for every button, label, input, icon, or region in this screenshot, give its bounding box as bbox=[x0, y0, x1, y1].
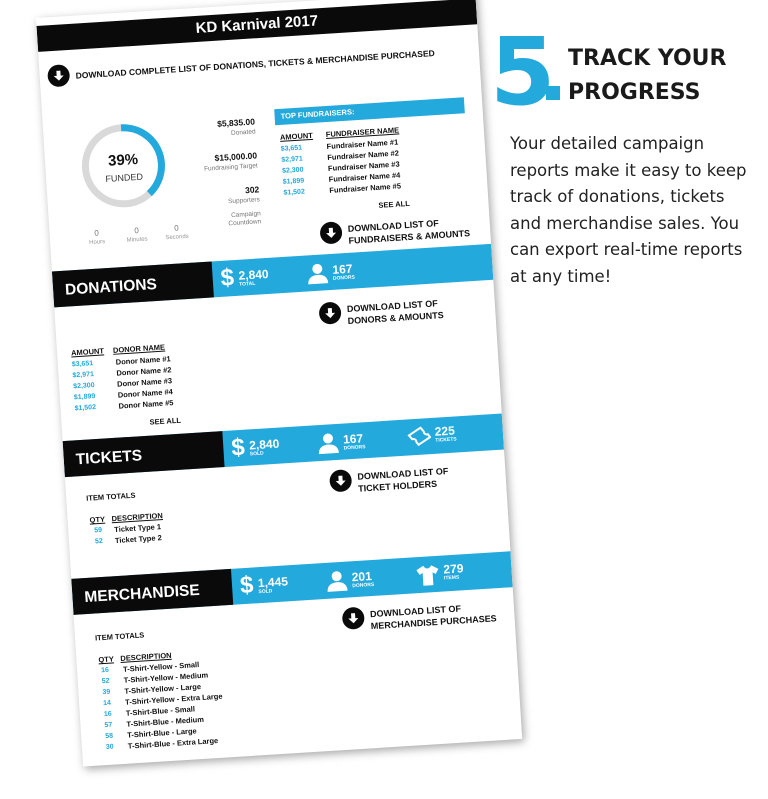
donor-name-col: DONOR NAME bbox=[112, 342, 166, 355]
top-fundraisers-header: TOP FUNDRAISERS: bbox=[274, 97, 465, 126]
merchandise-sold-value: 1,445 bbox=[257, 574, 289, 591]
tickets-sold-value: 2,840 bbox=[248, 436, 280, 453]
fundraiser-amount: $2,300 bbox=[281, 166, 304, 175]
step-dot bbox=[546, 86, 560, 100]
download-donors-link[interactable]: DOWNLOAD LIST OF DONORS & AMOUNTS bbox=[347, 297, 444, 327]
step-number: 5 bbox=[490, 18, 555, 127]
download-icon[interactable] bbox=[46, 64, 71, 88]
countdown-seconds: 0 bbox=[173, 223, 179, 233]
person-icon bbox=[318, 433, 339, 455]
tickets-label: TICKETS bbox=[62, 431, 225, 478]
ticket-qty: 52 bbox=[94, 537, 104, 546]
countdown-minutes-label: Minutes bbox=[126, 236, 148, 244]
fundraiser-amount-col: AMOUNT bbox=[279, 130, 314, 142]
person-icon bbox=[308, 263, 329, 285]
step-title: TRACK YOUR PROGRESS bbox=[568, 42, 726, 110]
tshirt-icon bbox=[416, 565, 439, 586]
countdown-hours: 0 bbox=[94, 228, 100, 238]
download-merchandise-link[interactable]: DOWNLOAD LIST OF MERCHANDISE PURCHASES bbox=[370, 600, 497, 632]
merchandise-donors-label: DONORS bbox=[352, 581, 375, 590]
tickets-item-totals: ITEM TOTALS bbox=[85, 490, 136, 503]
fundraiser-name[interactable]: Fundraiser Name #5 bbox=[329, 181, 401, 194]
donation-amount: $2,971 bbox=[72, 371, 95, 380]
merch-qty-col: QTY bbox=[98, 654, 115, 665]
step-title-line-1: TRACK YOUR bbox=[568, 46, 727, 71]
merch-desc-col: DESCRIPTION bbox=[120, 650, 172, 663]
download-icon[interactable] bbox=[341, 606, 365, 630]
donor-name[interactable]: Donor Name #5 bbox=[118, 398, 173, 410]
fundraiser-name-col: FUNDRAISER NAME bbox=[325, 125, 400, 140]
see-all-donors-link[interactable]: SEE ALL bbox=[149, 416, 181, 427]
merchandise-sold-stat: 1,445 SOLD bbox=[257, 574, 289, 596]
report-paper: KD Karnival 2017 DOWNLOAD COMPLETE LIST … bbox=[36, 0, 523, 767]
countdown-minutes: 0 bbox=[134, 225, 140, 236]
merch-qty: 14 bbox=[102, 699, 112, 708]
donation-amount: $2,300 bbox=[73, 382, 95, 391]
merch-qty: 16 bbox=[103, 710, 112, 719]
step-title-line-2: PROGRESS bbox=[568, 80, 701, 105]
merchandise-items-value: 279 bbox=[442, 561, 464, 577]
donation-amount-col: AMOUNT bbox=[70, 346, 105, 358]
tickets-donors-label: DONORS bbox=[343, 444, 366, 452]
countdown-hours-label: Hours bbox=[89, 239, 106, 247]
merch-qty: 58 bbox=[105, 732, 114, 741]
dollar-icon: $ bbox=[230, 433, 246, 462]
download-fundraisers-link[interactable]: DOWNLOAD LIST OF FUNDRAISERS & AMOUNTS bbox=[347, 215, 471, 247]
report-title: KD Karnival 2017 bbox=[36, 0, 478, 52]
fundraiser-amount: $1,899 bbox=[282, 177, 305, 186]
fundraiser-amount: $1,502 bbox=[283, 188, 306, 197]
ticket-desc: Ticket Type 2 bbox=[114, 533, 162, 546]
dollar-icon: $ bbox=[219, 264, 235, 292]
download-ticket-holders-link[interactable]: DOWNLOAD LIST OF TICKET HOLDERS bbox=[357, 465, 449, 495]
merch-qty: 52 bbox=[101, 677, 110, 686]
merchandise-items-label: ITEMS bbox=[443, 574, 460, 582]
fundraiser-amount: $2,971 bbox=[281, 155, 304, 164]
donation-amount: $1,502 bbox=[74, 404, 97, 413]
tickets-count-stat: 225 TICKETS bbox=[434, 424, 457, 444]
tickets-sold-stat: 2,840 SOLD bbox=[248, 436, 280, 459]
merch-qty: 39 bbox=[102, 688, 111, 697]
ticket-desc: Ticket Type 1 bbox=[113, 522, 162, 535]
ticket-icon bbox=[407, 426, 432, 447]
merch-qty: 57 bbox=[104, 721, 113, 730]
dollar-icon: $ bbox=[239, 571, 255, 600]
donations-total-value: 2,840 bbox=[238, 266, 269, 283]
donations-total-label: TOTAL bbox=[238, 280, 256, 288]
download-complete-list-link[interactable]: DOWNLOAD COMPLETE LIST OF DONATIONS, TIC… bbox=[75, 47, 435, 82]
merch-qty: 16 bbox=[100, 666, 110, 675]
countdown-seconds-label: Seconds bbox=[165, 233, 189, 242]
step-description: Your detailed campaign reports make it e… bbox=[510, 134, 747, 286]
donations-label: DONATIONS bbox=[51, 261, 214, 308]
download-icon[interactable] bbox=[328, 469, 353, 493]
merch-qty: 30 bbox=[105, 743, 114, 752]
merchandise-items-stat: 279 ITEMS bbox=[442, 561, 464, 582]
download-icon[interactable] bbox=[319, 221, 343, 245]
donations-donors-label: DONORS bbox=[332, 274, 356, 282]
merchandise-label: MERCHANDISE bbox=[71, 568, 234, 615]
donations-total-stat: 2,840 TOTAL bbox=[238, 266, 269, 289]
donation-amount: $1,899 bbox=[73, 393, 96, 402]
tickets-count-label: TICKETS bbox=[435, 436, 457, 444]
donations-donors-stat: 167 DONORS bbox=[332, 262, 356, 283]
merchandise-donors-stat: 201 DONORS bbox=[351, 569, 375, 590]
fundraiser-amount: $3,651 bbox=[280, 144, 303, 153]
ticket-qty: 59 bbox=[94, 526, 103, 535]
person-icon bbox=[327, 571, 348, 592]
tickets-donors-stat: 167 DONORS bbox=[343, 431, 366, 452]
see-all-fundraisers-link[interactable]: SEE ALL bbox=[378, 199, 410, 210]
ticket-desc-col: DESCRIPTION bbox=[111, 511, 164, 524]
ticket-qty-col: QTY bbox=[89, 514, 106, 525]
download-icon[interactable] bbox=[318, 301, 342, 325]
donation-amount: $3,651 bbox=[71, 360, 94, 369]
merchandise-item-totals: ITEM TOTALS bbox=[94, 630, 145, 643]
